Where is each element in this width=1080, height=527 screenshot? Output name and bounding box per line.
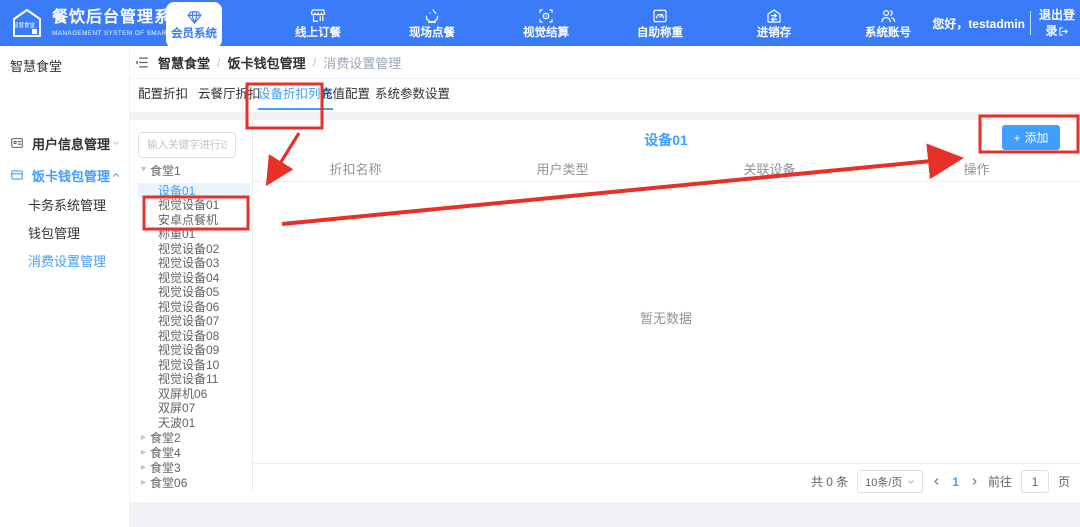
total-count: 共 0 条 xyxy=(811,473,848,490)
sidebar: 智慧食堂 用户信息管理 饭卡钱包管理 xyxy=(0,46,130,527)
pagination: 共 0 条 10条/页 1 前往 页 xyxy=(811,469,1070,494)
users-icon xyxy=(879,7,897,25)
column-header: 用户类型 xyxy=(459,159,666,178)
inventory-icon xyxy=(765,7,783,25)
tree-children: 设备01 视觉设备01 安卓点餐机 称重01 视觉设备02 xyxy=(138,183,250,430)
tree-node[interactable]: ▸ 食堂06 xyxy=(138,475,250,490)
sidebar-group-title: 智慧食堂 xyxy=(10,56,62,75)
next-page-icon[interactable] xyxy=(970,477,979,486)
logout-icon xyxy=(1058,26,1069,37)
caret-right-icon: ▸ xyxy=(141,433,146,443)
scale-icon xyxy=(651,7,669,25)
table-header-row: 折扣名称 用户类型 关联设备 操作 xyxy=(252,155,1080,182)
caret-down-icon: ▾ xyxy=(141,165,146,175)
app: 智慧食堂 餐饮后台管理系统 MANAGEMENT SYSTEM OF SMART… xyxy=(0,0,1080,527)
sidebar-item-consume-settings[interactable]: 消费设置管理 xyxy=(28,248,106,272)
empty-state-text: 暂无数据 xyxy=(252,308,1080,327)
goto-label: 前往 xyxy=(988,473,1012,490)
tree-node[interactable]: ▸ 食堂3 xyxy=(138,460,250,475)
logout-button[interactable]: 退出登录 xyxy=(1036,7,1078,39)
device-title: 设备01 xyxy=(252,130,1080,150)
chevron-down-icon xyxy=(907,478,915,486)
dining-icon xyxy=(423,7,441,25)
tree-node[interactable]: ▸ 食堂4 xyxy=(138,445,250,460)
gem-icon xyxy=(186,9,203,26)
user-greeting: 您好，testadmin xyxy=(932,15,1025,32)
nav-item-onsite-order[interactable]: 现场点餐 xyxy=(384,0,480,46)
nav-item-online-order[interactable]: 线上订餐 xyxy=(270,0,366,46)
chevron-up-icon xyxy=(111,170,121,180)
nav-item-vision-checkout[interactable]: 视觉结算 xyxy=(498,0,594,46)
tab-system-params[interactable]: 系统参数设置 xyxy=(375,79,450,110)
tree-node[interactable]: ▸ 食堂2 xyxy=(138,430,250,445)
sidebar-item-card-system[interactable]: 卡务系统管理 xyxy=(28,192,106,216)
breadcrumb-bar: 智慧食堂 / 饭卡钱包管理 / 消费设置管理 xyxy=(130,46,1080,79)
page-unit: 页 xyxy=(1058,473,1070,490)
column-header: 关联设备 xyxy=(666,159,873,178)
nav-item-inventory[interactable]: 进销存 xyxy=(726,0,822,46)
breadcrumb-separator: / xyxy=(217,55,221,70)
sidebar-item-meal-card-wallet[interactable]: 饭卡钱包管理 xyxy=(0,162,130,188)
caret-right-icon: ▸ xyxy=(141,463,146,473)
breadcrumb-separator: / xyxy=(313,55,317,70)
breadcrumb: 智慧食堂 / 饭卡钱包管理 / 消费设置管理 xyxy=(158,46,401,78)
card-wallet-icon xyxy=(10,168,24,182)
divider xyxy=(1030,11,1031,35)
tree-filter-input[interactable] xyxy=(138,132,236,158)
storefront-icon xyxy=(309,7,327,25)
page-size-select[interactable]: 10条/页 xyxy=(857,470,923,493)
page-number[interactable]: 1 xyxy=(950,475,961,489)
breadcrumb-item[interactable]: 智慧食堂 xyxy=(158,53,210,72)
tree-collapsed-roots: ▸ 食堂2 ▸ 食堂4 ▸ 食堂3 ▸ 食堂06 xyxy=(138,430,250,490)
table-bottom-border xyxy=(252,463,1080,464)
sidebar-item-user-info[interactable]: 用户信息管理 xyxy=(0,130,130,156)
prev-page-icon[interactable] xyxy=(932,477,941,486)
caret-right-icon: ▸ xyxy=(141,478,146,488)
tree-node[interactable]: 天波01 xyxy=(138,415,250,430)
breadcrumb-item[interactable]: 饭卡钱包管理 xyxy=(228,53,306,72)
id-card-icon xyxy=(10,136,24,150)
tabs-bar: 配置折扣 云餐厅折扣 设备折扣列表 充值配置 系统参数设置 xyxy=(130,79,1080,112)
svg-text:智慧食堂: 智慧食堂 xyxy=(13,21,36,29)
nav-item-system-account[interactable]: 系统账号 xyxy=(840,0,936,46)
tab-cloud-canteen-discount[interactable]: 云餐厅折扣 xyxy=(198,79,261,110)
content-panel: ▾ 食堂1 设备01 视觉设备01 安卓点餐机 称重01 xyxy=(130,120,1080,502)
plus-icon: + xyxy=(1013,131,1020,145)
topbar: 智慧食堂 餐饮后台管理系统 MANAGEMENT SYSTEM OF SMART… xyxy=(0,0,1080,46)
breadcrumb-item-current: 消费设置管理 xyxy=(323,53,401,72)
add-button[interactable]: + 添加 xyxy=(1002,125,1060,150)
chevron-down-icon xyxy=(111,138,121,148)
sidebar-item-wallet-mgmt[interactable]: 钱包管理 xyxy=(28,220,80,244)
goto-page-input[interactable] xyxy=(1021,470,1049,493)
tab-recharge-config[interactable]: 充值配置 xyxy=(320,79,370,110)
smart-canteen-logo-icon: 智慧食堂 xyxy=(10,6,44,40)
tree-node-canteen1[interactable]: ▾ 食堂1 xyxy=(138,162,250,178)
vision-scan-icon xyxy=(537,7,555,25)
caret-right-icon: ▸ xyxy=(141,448,146,458)
nav-item-self-weighing[interactable]: 自助称重 xyxy=(612,0,708,46)
user-area: 您好，testadmin 退出登录 xyxy=(932,3,1078,43)
tab-discount-config[interactable]: 配置折扣 xyxy=(138,79,188,110)
column-header: 折扣名称 xyxy=(252,159,459,178)
nav-item-member-system[interactable]: 会员系统 xyxy=(166,2,222,48)
column-header: 操作 xyxy=(873,159,1080,178)
sidebar-fold-icon[interactable] xyxy=(134,56,149,69)
